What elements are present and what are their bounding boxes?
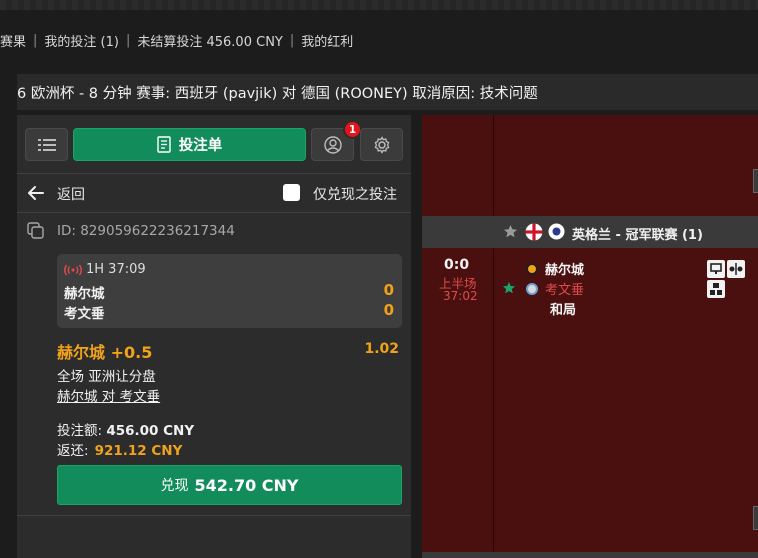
stake-value: 456.00 CNY	[106, 423, 195, 439]
away-score: 0	[383, 301, 394, 319]
match-score: 0:0	[444, 257, 470, 273]
user-icon	[323, 135, 342, 154]
hull-crest-icon	[526, 262, 538, 275]
copy-icon[interactable]	[27, 222, 45, 240]
back-button[interactable]: 返回	[57, 184, 85, 204]
selection-line: 赫尔城 +0.5	[57, 339, 152, 363]
expand-tab[interactable]	[753, 506, 758, 530]
announcement-bar: 6 欧洲杯 - 8 分钟 赛事: 西班牙 (pavjik) 对 德国 (ROON…	[17, 74, 758, 110]
betslip-panel: 投注单 1 返回 仅兑现之投注 ID: 829059622236217344 1…	[17, 115, 411, 558]
list-view-button[interactable]	[25, 128, 68, 161]
stats-icon[interactable]	[707, 260, 725, 278]
cashout-value: 542.70 CNY	[194, 475, 299, 495]
live-broadcast-icon	[64, 264, 82, 275]
bet-id: ID: 829059622236217344	[57, 223, 235, 239]
selection-odds: 1.02	[364, 341, 399, 357]
cashout-label: 兑现	[160, 478, 189, 494]
top-strip	[0, 0, 758, 10]
back-divider	[17, 212, 411, 213]
receipt-icon	[157, 136, 171, 153]
market-name: 全场 亚洲让分盘	[57, 369, 156, 385]
coventry-crest-icon	[526, 282, 538, 295]
nav-my-bets[interactable]: 我的投注 (1)	[44, 31, 119, 50]
rp-away-team-row: 考文垂	[526, 279, 584, 298]
rp-home-team-row: 赫尔城	[526, 259, 584, 278]
match-clock: 37:02	[443, 289, 478, 303]
cashout-button[interactable]: 兑现 542.70 CNY	[57, 465, 402, 505]
nav-separator: |	[33, 32, 38, 48]
nav-results[interactable]: 赛果	[0, 31, 26, 50]
selection-team: 赫尔城	[57, 343, 106, 362]
cashout-divider	[17, 515, 411, 516]
match-tracker-icon[interactable]	[707, 280, 725, 298]
selection-handicap: +0.5	[110, 343, 153, 362]
nav-unsettled-bets[interactable]: 未结算投注 456.00 CNY	[137, 31, 283, 50]
returns-label: 返还:	[57, 443, 89, 459]
rp-away-team: 考文垂	[545, 283, 585, 298]
lineup-icon[interactable]	[727, 260, 745, 278]
betslip-button[interactable]: 投注单	[73, 128, 306, 161]
league-name[interactable]: 英格兰 - 冠军联赛 (1)	[572, 224, 703, 243]
only-cashout-checkbox[interactable]	[283, 184, 300, 201]
league-header: 英格兰 - 冠军联赛 (1)	[422, 216, 758, 248]
stake-label: 投注额:	[57, 423, 103, 439]
league-logo-icon	[548, 223, 565, 240]
nav-my-bonus[interactable]: 我的红利	[301, 31, 353, 50]
nav-separator: |	[125, 32, 131, 48]
event-link[interactable]: 赫尔城 对 考文垂	[57, 385, 160, 405]
live-time-line: 1H 37:09	[64, 262, 146, 277]
column-divider	[493, 115, 494, 216]
column-divider	[493, 248, 494, 553]
england-flag-icon	[525, 223, 543, 241]
top-nav: 赛果 | 我的投注 (1) | 未结算投注 456.00 CNY | 我的红利	[0, 28, 353, 52]
list-icon	[37, 138, 56, 151]
betslip-toolbar: 投注单 1	[25, 120, 405, 162]
live-match-box: 1H 37:09 赫尔城 0 考文垂 0	[57, 254, 402, 328]
back-arrow-icon[interactable]	[27, 184, 45, 202]
away-team: 考文垂	[64, 306, 105, 322]
star-icon[interactable]	[503, 224, 518, 239]
only-cashout-label: 仅兑现之投注	[313, 187, 397, 203]
events-panel: 英格兰 - 冠军联赛 (1) 0:0 上半场 37:02 赫尔城 考文垂 和局	[422, 115, 758, 558]
bet-id-row: ID: 829059622236217344	[27, 222, 235, 240]
back-row: 返回 仅兑现之投注	[17, 175, 411, 211]
home-score: 0	[383, 281, 394, 299]
betslip-button-label: 投注单	[178, 138, 223, 154]
rp-draw: 和局	[550, 303, 577, 318]
panel-footer	[422, 552, 758, 558]
returns-line: 返还: 921.12 CNY	[57, 439, 182, 459]
returns-value: 921.12 CNY	[94, 443, 183, 459]
live-time: 1H 37:09	[86, 262, 146, 277]
nav-separator: |	[289, 32, 295, 48]
stake-line: 投注额: 456.00 CNY	[57, 419, 194, 439]
toolbar-divider	[17, 173, 411, 174]
expand-tab[interactable]	[753, 169, 758, 193]
settings-button[interactable]	[360, 128, 403, 161]
home-team: 赫尔城	[64, 286, 105, 302]
announcement-text: 6 欧洲杯 - 8 分钟 赛事: 西班牙 (pavjik) 对 德国 (ROON…	[17, 85, 538, 102]
favorite-star-icon[interactable]	[502, 281, 516, 295]
gear-icon	[374, 135, 389, 154]
rp-home-team: 赫尔城	[545, 263, 585, 278]
